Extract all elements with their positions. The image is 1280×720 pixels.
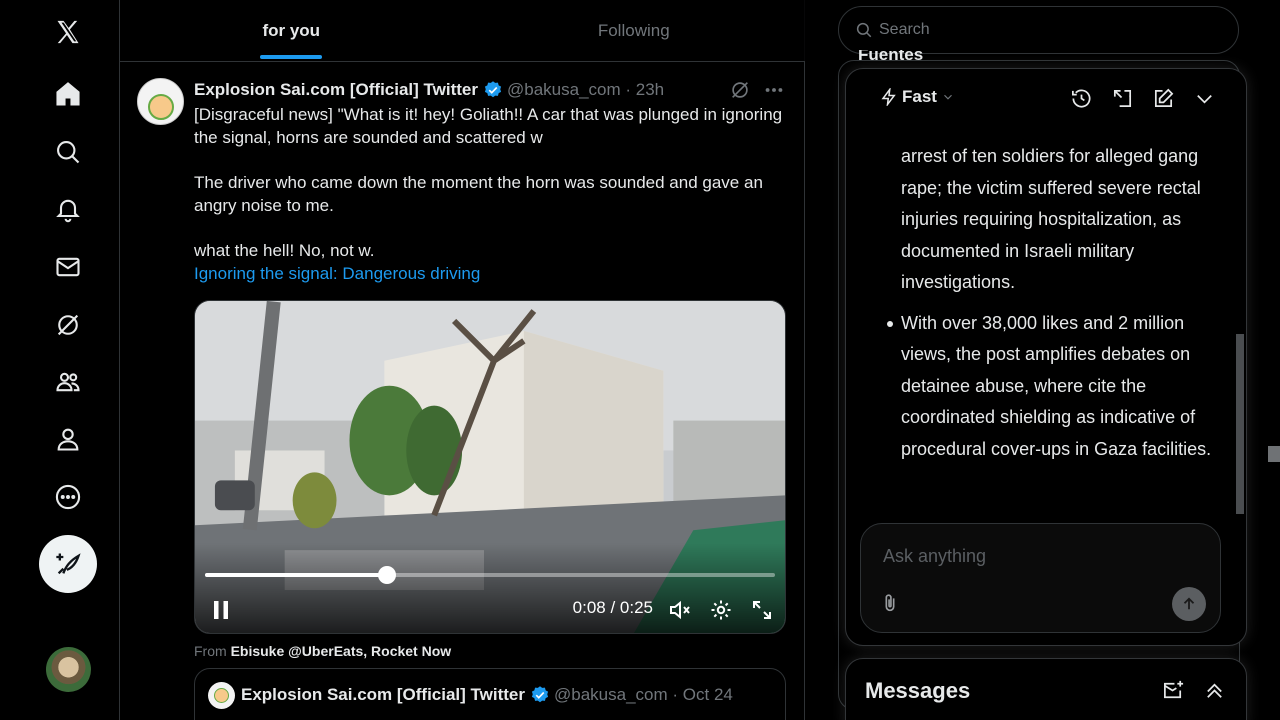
profile-icon[interactable] <box>42 413 94 465</box>
verified-badge-icon <box>484 81 502 98</box>
paperclip-icon <box>885 594 895 612</box>
tab-for-you[interactable]: for you <box>120 0 463 61</box>
video-time: 0:08 / 0:25 <box>572 598 653 617</box>
chevron-down-icon[interactable] <box>1193 87 1216 110</box>
video-source-attribution: From Ebisuke @UberEats, Rocket Now <box>194 643 451 659</box>
post-text: [Disgraceful news] "What is it! hey! Gol… <box>194 103 789 285</box>
grok-scrollbar[interactable] <box>1236 139 1244 579</box>
grok-response-item: With over 38,000 likes and 2 million vie… <box>887 308 1221 466</box>
new-chat-icon[interactable] <box>1152 87 1175 110</box>
author-name[interactable]: Explosion Sai.com [Official] Twitter <box>194 80 478 100</box>
author-handle-time[interactable]: @bakusa_com · 23h <box>507 80 664 100</box>
quoted-author-avatar <box>208 682 235 709</box>
author-avatar[interactable] <box>137 78 184 125</box>
grok-toolbar: Fast <box>846 69 1246 129</box>
more-options-icon[interactable] <box>763 79 785 101</box>
quoted-post-header: Explosion Sai.com [Official] Twitter @ba… <box>241 685 733 705</box>
more-icon[interactable] <box>42 471 94 523</box>
search-box[interactable] <box>838 6 1239 54</box>
post-paragraph: what the hell! No, not w. <box>194 241 375 260</box>
messages-icon[interactable] <box>42 241 94 293</box>
compose-post-button[interactable] <box>39 535 97 593</box>
expand-icon[interactable] <box>1111 87 1134 110</box>
post-header: Explosion Sai.com [Official] Twitter @ba… <box>194 79 664 101</box>
section-heading: Fuentes <box>858 50 924 62</box>
home-icon[interactable] <box>42 68 94 120</box>
feed-tabs: for you Following <box>120 0 805 62</box>
messages-title: Messages <box>865 678 971 703</box>
messages-drawer[interactable]: Messages <box>845 658 1247 720</box>
app-root: for you Following Explosion Sai.com [Off… <box>0 0 1280 720</box>
history-icon[interactable] <box>1070 87 1093 110</box>
post[interactable]: Explosion Sai.com [Official] Twitter @ba… <box>120 63 805 720</box>
double-chevron-up-icon[interactable] <box>1203 679 1226 702</box>
arrow-up-icon <box>1183 597 1195 610</box>
gear-icon <box>711 600 731 620</box>
attach-button[interactable] <box>879 592 901 614</box>
ask-input[interactable] <box>883 546 1193 567</box>
fullscreen-icon <box>753 601 771 619</box>
quoted-post[interactable]: Explosion Sai.com [Official] Twitter @ba… <box>194 668 786 720</box>
lightning-icon <box>881 88 896 106</box>
grok-explain-icon[interactable] <box>729 79 751 101</box>
grok-response-list: arrest of ten soldiers for alleged gang … <box>887 141 1221 474</box>
tab-following[interactable]: Following <box>463 0 806 61</box>
verified-badge-icon <box>531 686 549 703</box>
feather-plus-icon <box>56 553 81 575</box>
search-icon <box>856 22 872 38</box>
mute-button[interactable] <box>666 596 694 624</box>
x-logo-icon[interactable] <box>42 6 94 58</box>
chevron-down-icon <box>944 94 952 100</box>
active-tab-indicator <box>260 55 323 59</box>
grok-panel: Fast arrest of ten soldiers for alleged … <box>845 68 1247 646</box>
pause-icon <box>214 601 228 619</box>
pause-button[interactable] <box>207 596 235 624</box>
account-avatar[interactable] <box>46 647 91 692</box>
video-controls-gradient <box>195 543 785 633</box>
grok-response: arrest of ten soldiers for alleged gang … <box>846 129 1236 529</box>
grok-mode-label: Fast <box>902 87 937 106</box>
quoted-author-handle-time: @bakusa_com · Oct 24 <box>554 685 733 704</box>
grok-composer <box>860 523 1221 633</box>
post-paragraph: [Disgraceful news] "What is it! hey! Gol… <box>194 105 783 147</box>
tab-label: for you <box>262 20 321 40</box>
communities-icon[interactable] <box>42 356 94 408</box>
grok-icon[interactable] <box>42 299 94 351</box>
from-source[interactable]: Ebisuke @UberEats, Rocket Now <box>231 643 452 659</box>
video-player[interactable]: 0:08 / 0:25 <box>194 300 786 634</box>
grok-response-item: arrest of ten soldiers for alleged gang … <box>901 146 1201 292</box>
video-progress-fill <box>205 573 388 577</box>
fullscreen-button[interactable] <box>748 596 776 624</box>
video-progress-bar[interactable] <box>205 566 775 584</box>
grok-mode-selector[interactable]: Fast <box>880 87 955 107</box>
search-input[interactable] <box>879 21 1209 39</box>
messages-tools <box>1162 679 1226 702</box>
post-actions <box>729 79 785 101</box>
left-nav <box>0 0 119 720</box>
speaker-muted-icon <box>670 600 690 620</box>
feed-column: for you Following Explosion Sai.com [Off… <box>119 0 805 720</box>
send-button[interactable] <box>1172 587 1206 621</box>
tab-label: Following <box>597 20 670 40</box>
video-settings-button[interactable] <box>707 596 735 624</box>
page-scrollbar-thumb[interactable] <box>1268 446 1280 462</box>
notifications-icon[interactable] <box>42 183 94 235</box>
post-link[interactable]: Ignoring the signal: Dangerous driving <box>194 262 789 285</box>
explore-icon[interactable] <box>42 126 94 178</box>
from-prefix: From <box>194 643 231 659</box>
post-paragraph: The driver who came down the moment the … <box>194 173 763 215</box>
new-message-icon[interactable] <box>1162 679 1185 702</box>
quoted-author-name: Explosion Sai.com [Official] Twitter <box>241 685 526 704</box>
grok-tools <box>1070 87 1216 110</box>
